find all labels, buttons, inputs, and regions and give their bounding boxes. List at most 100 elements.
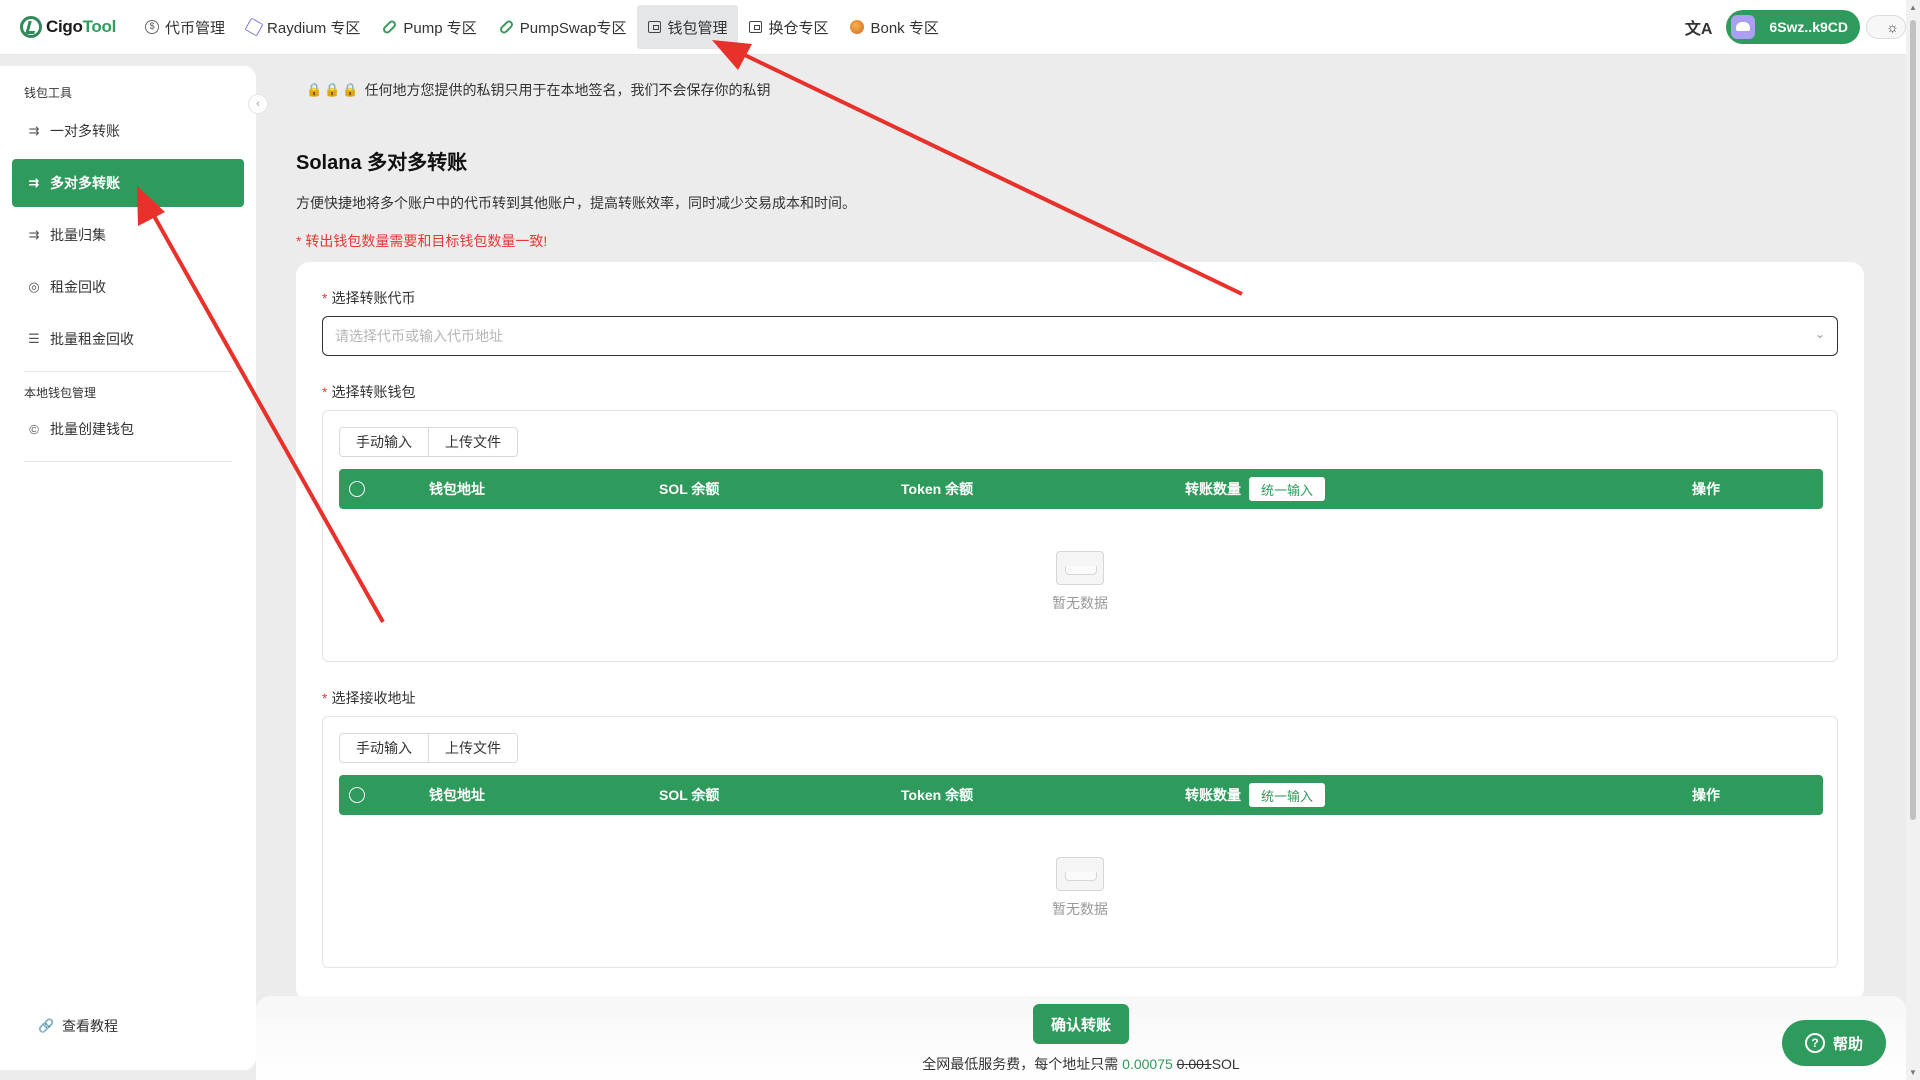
- tab-upload-file[interactable]: 上传文件: [429, 733, 518, 763]
- scroll-up-icon[interactable]: ▲: [1909, 3, 1917, 12]
- nav-token-management[interactable]: $ 代币管理: [134, 5, 236, 49]
- from-wallet-field-label: * 选择转账钱包: [322, 384, 416, 400]
- fee-text: 全网最低服务费，每个地址只需 0.00075 0.001SOL: [922, 1056, 1240, 1072]
- nav-pump[interactable]: Pump 专区: [371, 5, 487, 49]
- logo[interactable]: CigoTool: [20, 16, 116, 38]
- sidebar-item-label: 批量归集: [50, 227, 106, 243]
- logo-text-part2: Tool: [82, 17, 117, 36]
- page-scrollbar[interactable]: ▲ ▼: [1906, 0, 1920, 1080]
- table-header: 钱包地址 SOL 余额 Token 余额 转账数量 统一输入 操作: [339, 469, 1823, 509]
- lock-icon: 🔒: [342, 82, 359, 97]
- tab-manual-input[interactable]: 手动输入: [339, 427, 429, 457]
- annotation-arrow-to-wallet-nav: [712, 40, 1243, 296]
- notice-text: 任何地方您提供的私钥只用于在本地签名，我们不会保存你的私钥: [364, 82, 771, 98]
- top-right-controls: 文A 6Swz..k9CD ☼: [1685, 10, 1906, 44]
- sun-icon: ☼: [1886, 19, 1899, 35]
- theme-toggle[interactable]: ☼: [1866, 15, 1906, 39]
- col-action: 操作: [1692, 787, 1720, 803]
- help-button[interactable]: ? 帮助: [1782, 1020, 1886, 1066]
- fee-new-value: 0.00075: [1122, 1056, 1173, 1072]
- nav-label: Bonk 专区: [870, 19, 939, 37]
- coin-icon: ©: [29, 421, 39, 437]
- wallet-icon: [749, 21, 763, 33]
- to-address-field-label: * 选择接收地址: [322, 690, 416, 706]
- nav-label: 换仓专区: [768, 19, 829, 37]
- empty-box-icon: [1056, 857, 1104, 891]
- nav-raydium[interactable]: Raydium 专区: [236, 5, 371, 49]
- scroll-down-icon[interactable]: ▼: [1909, 1068, 1917, 1077]
- sidebar-item-one-to-many[interactable]: ⇉ 一对多转账: [12, 107, 244, 155]
- input-mode-tabs: 手动输入 上传文件: [339, 427, 518, 457]
- nav-wallet-management[interactable]: 钱包管理: [637, 5, 739, 49]
- transfer-form-card: * 选择转账代币 请选择代币或输入代币地址 ⌄ * 选择转账钱包 手动输入 上传文件…: [296, 262, 1864, 1002]
- dollar-circle-icon: $: [145, 20, 159, 34]
- transfer-icon: ⇉: [28, 123, 40, 138]
- bonk-icon: [850, 20, 865, 34]
- sidebar-item-batch-create-wallet[interactable]: © 批量创建钱包: [12, 405, 244, 453]
- col-token-balance: Token 余额: [901, 481, 974, 497]
- empty-text: 暂无数据: [1052, 901, 1108, 917]
- sidebar-section-title: 钱包工具: [24, 86, 73, 100]
- confirm-transfer-button[interactable]: 确认转账: [1033, 1004, 1129, 1044]
- transfer-icon: ⇉: [28, 175, 40, 190]
- lock-icon: 🔒: [324, 82, 341, 97]
- wallet-connect-button[interactable]: 6Swz..k9CD: [1726, 10, 1860, 44]
- sidebar-item-batch-rent-recovery[interactable]: ☰ 批量租金回收: [12, 315, 244, 363]
- logo-icon: [20, 16, 42, 38]
- unify-input-button[interactable]: 统一输入: [1249, 477, 1326, 501]
- nav-label: Pump 专区: [403, 19, 477, 37]
- nav-pumpswap[interactable]: PumpSwap专区: [488, 5, 638, 49]
- sidebar-divider: [24, 461, 232, 462]
- sidebar-section-title: 本地钱包管理: [24, 386, 97, 400]
- empty-text: 暂无数据: [1052, 595, 1108, 611]
- nav-swap-zone[interactable]: 换仓专区: [738, 5, 839, 49]
- collapse-sidebar-icon[interactable]: ‹: [248, 94, 268, 114]
- wallet-icon: [648, 21, 662, 33]
- nav-label: 钱包管理: [667, 19, 728, 37]
- col-transfer-amount: 转账数量 统一输入: [1185, 775, 1326, 815]
- sidebar-item-batch-collect[interactable]: ⇉ 批量归集: [12, 211, 244, 259]
- question-icon: ?: [1804, 1033, 1825, 1053]
- unify-input-button[interactable]: 统一输入: [1249, 783, 1326, 807]
- sidebar-item-tutorial[interactable]: 🔗 查看教程: [24, 1002, 118, 1050]
- link-icon: 🔗: [38, 1018, 55, 1033]
- sidebar-item-label: 一对多转账: [50, 123, 120, 139]
- input-mode-tabs: 手动输入 上传文件: [339, 733, 518, 763]
- sidebar-item-label: 多对多转账: [50, 175, 120, 191]
- token-select-placeholder: 请选择代币或输入代币地址: [335, 328, 503, 344]
- tab-manual-input[interactable]: 手动输入: [339, 733, 429, 763]
- nav-label: PumpSwap专区: [519, 19, 627, 37]
- select-all-checkbox[interactable]: [349, 481, 365, 497]
- col-transfer-amount: 转账数量 统一输入: [1185, 469, 1326, 509]
- translate-icon[interactable]: 文A: [1685, 15, 1713, 39]
- token-field-label: * 选择转账代币: [322, 290, 416, 306]
- footer-bar: 确认转账 全网最低服务费，每个地址只需 0.00075 0.001SOL: [256, 996, 1906, 1080]
- empty-box-icon: [1056, 551, 1104, 585]
- page-warning: * 转出钱包数量需要和目标钱包数量一致!: [296, 233, 548, 249]
- fee-old-value: 0.001: [1176, 1056, 1212, 1072]
- to-address-panel: 手动输入 上传文件 钱包地址 SOL 余额 Token 余额 转账数量 统一输入 …: [322, 716, 1838, 968]
- sidebar-item-rent-recovery[interactable]: ◎ 租金回收: [12, 263, 244, 311]
- select-all-checkbox[interactable]: [349, 787, 365, 803]
- col-address: 钱包地址: [429, 481, 485, 497]
- tab-upload-file[interactable]: 上传文件: [429, 427, 518, 457]
- page-title: Solana 多对多转账: [296, 152, 468, 174]
- col-address: 钱包地址: [429, 787, 485, 803]
- sidebar-item-many-to-many[interactable]: ⇉ 多对多转账: [12, 159, 244, 207]
- pill-icon: [498, 18, 515, 36]
- scrollbar-thumb[interactable]: [1910, 20, 1916, 820]
- table-header: 钱包地址 SOL 余额 Token 余额 转账数量 统一输入 操作: [339, 775, 1823, 815]
- sidebar: ‹ 钱包工具 ⇉ 一对多转账 ⇉ 多对多转账 ⇉ 批量归集 ◎ 租金回收 ☰ 批…: [0, 66, 268, 1070]
- page-description: 方便快捷地将多个账户中的代币转到其他账户，提高转账效率，同时减少交易成本和时间。: [296, 195, 856, 211]
- transfer-icon: ⇉: [28, 227, 40, 242]
- empty-state: 暂无数据: [323, 551, 1837, 613]
- raydium-icon: [244, 17, 264, 37]
- col-token-balance: Token 余额: [901, 787, 974, 803]
- token-select[interactable]: 请选择代币或输入代币地址 ⌄: [322, 316, 1838, 356]
- col-sol-balance: SOL 余额: [659, 481, 720, 497]
- sidebar-item-label: 批量创建钱包: [50, 421, 134, 437]
- nav-bonk[interactable]: Bonk 专区: [839, 5, 949, 49]
- empty-state: 暂无数据: [323, 857, 1837, 919]
- pill-icon: [381, 18, 399, 36]
- nav-label: 代币管理: [165, 19, 226, 37]
